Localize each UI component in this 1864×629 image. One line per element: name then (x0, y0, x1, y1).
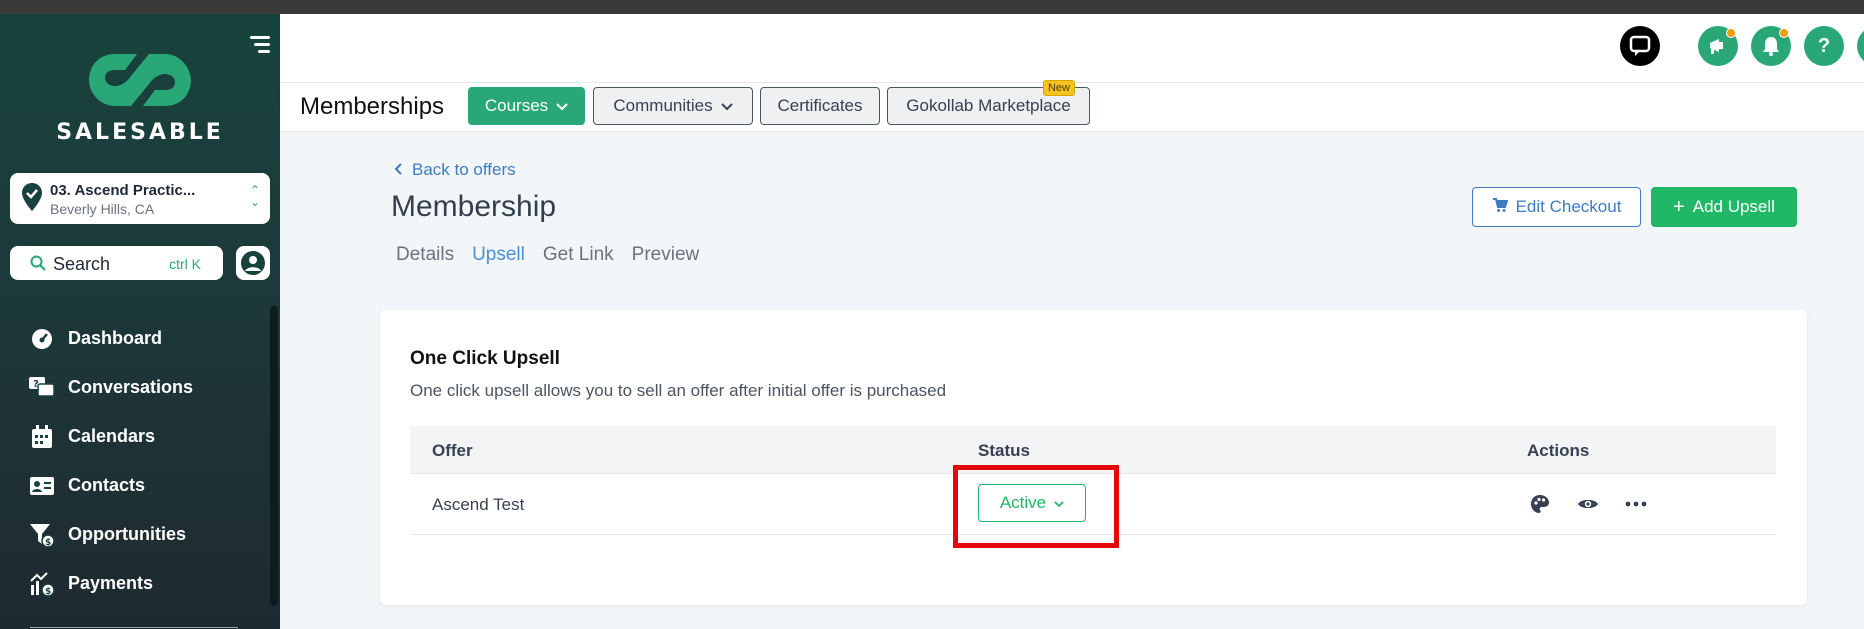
chat-bubble-icon (1629, 35, 1651, 56)
announcements-button[interactable] (1698, 26, 1738, 66)
new-badge: New (1042, 80, 1075, 96)
sidebar-item-label: Payments (68, 573, 154, 593)
tab-preview[interactable]: Preview (632, 244, 700, 266)
sidebar-item-opportunities[interactable]: $ Opportunities (28, 510, 268, 559)
user-profile-button[interactable] (236, 246, 270, 280)
calendar-icon (28, 423, 56, 451)
offer-subtabs: Details Upsell Get Link Preview (396, 244, 699, 266)
tab-courses[interactable]: Courses (468, 87, 585, 125)
sidebar-item-dashboard[interactable]: Dashboard (28, 314, 268, 363)
tab-details[interactable]: Details (396, 244, 454, 266)
megaphone-icon (1710, 39, 1723, 54)
chevron-down-icon (556, 96, 568, 116)
user-icon (241, 251, 265, 275)
page-section-title: Memberships (300, 93, 445, 120)
location-name: 03. Ascend Practic... (50, 182, 196, 199)
memberships-tabbar: Memberships Courses Communities Certific… (280, 80, 1864, 132)
column-header-status: Status (978, 441, 1030, 460)
payments-icon: $ (28, 570, 56, 598)
tab-label: Certificates (777, 96, 863, 115)
search-icon (30, 255, 46, 276)
browser-top-strip (0, 0, 1864, 14)
chevron-down-icon (720, 96, 733, 116)
back-link-label: Back to offers (412, 160, 516, 179)
chat-widget-button[interactable] (1620, 26, 1660, 66)
edit-checkout-label: Edit Checkout (1515, 197, 1622, 216)
sidebar-item-calendars[interactable]: Calendars (28, 412, 268, 461)
svg-text:$: $ (45, 538, 51, 548)
map-pin-icon (22, 183, 42, 216)
add-upsell-label: Add Upsell (1692, 197, 1775, 216)
sidebar-item-payments[interactable]: $ Payments (28, 559, 268, 608)
sidebar-item-conversations[interactable]: ? Conversations (28, 363, 268, 412)
tab-upsell[interactable]: Upsell (472, 244, 525, 266)
page-title: Membership (391, 190, 557, 223)
upsell-card: One Click Upsell One click upsell allows… (380, 310, 1807, 605)
sidebar-nav: Dashboard ? Conversations Calendars Cont… (28, 314, 268, 608)
sidebar: SALESABLE 03. Ascend Practic... Beverly … (0, 14, 280, 629)
notification-dot (1726, 28, 1736, 38)
dashboard-icon (28, 325, 56, 353)
sidebar-item-label: Dashboard (68, 328, 163, 348)
offer-name: Ascend Test (432, 495, 525, 514)
plus-icon: + (1673, 196, 1685, 218)
tab-label: Gokollab Marketplace (906, 96, 1071, 115)
help-icon: ? (1817, 34, 1831, 57)
tab-label: Communities (613, 96, 713, 115)
contacts-icon (28, 472, 56, 500)
highlight-annotation-box (953, 465, 1119, 548)
sidebar-item-label: Opportunities (68, 524, 186, 544)
bell-icon (1763, 37, 1779, 56)
search-shortcut: ctrl K (169, 256, 201, 272)
sidebar-scrollbar[interactable] (270, 306, 278, 606)
brand-logo: SALESABLE (50, 48, 230, 158)
sidebar-item-contacts[interactable]: Contacts (28, 461, 268, 510)
tab-certificates[interactable]: Certificates (760, 87, 880, 125)
location-address: Beverly Hills, CA (50, 201, 155, 217)
eye-icon[interactable] (1574, 492, 1602, 516)
tab-communities[interactable]: Communities (593, 87, 753, 125)
svg-text:$: $ (45, 587, 51, 597)
back-to-offers-link[interactable]: Back to offers (394, 160, 516, 180)
add-upsell-button[interactable]: + Add Upsell (1651, 187, 1797, 227)
sidebar-item-label: Contacts (68, 475, 146, 495)
notifications-button[interactable] (1751, 26, 1791, 66)
edit-checkout-button[interactable]: Edit Checkout (1472, 187, 1641, 227)
card-description: One click upsell allows you to sell an o… (410, 381, 947, 400)
collapse-menu-icon[interactable] (248, 34, 270, 56)
sidebar-item-label: Calendars (68, 426, 156, 446)
cart-icon (1492, 197, 1508, 218)
search-button[interactable]: Search ctrl K (10, 246, 223, 280)
column-header-offer: Offer (432, 441, 473, 460)
svg-text:?: ? (33, 379, 39, 390)
tab-label: Courses (484, 96, 549, 115)
row-actions (1526, 492, 1650, 516)
more-options-icon[interactable] (1622, 492, 1650, 516)
profile-avatar[interactable] (1857, 26, 1864, 66)
opportunities-icon: $ (28, 521, 56, 549)
search-label: Search (53, 254, 111, 274)
location-switcher[interactable]: 03. Ascend Practic... Beverly Hills, CA … (10, 173, 270, 224)
tab-gokollab-marketplace[interactable]: Gokollab Marketplace New (887, 80, 1090, 125)
sidebar-divider (30, 627, 238, 628)
top-header: ? (280, 14, 1864, 82)
tab-get-link[interactable]: Get Link (543, 244, 614, 266)
card-title: One Click Upsell (410, 348, 560, 369)
chevron-left-icon (394, 160, 402, 180)
conversations-icon: ? (28, 374, 56, 402)
sidebar-item-label: Conversations (68, 377, 194, 397)
notification-dot (1779, 28, 1789, 38)
help-button[interactable]: ? (1804, 26, 1844, 66)
infinity-logo-icon (89, 54, 191, 106)
brand-name: SALESABLE (56, 120, 224, 145)
column-header-actions: Actions (1527, 441, 1590, 460)
chevron-updown-icon: ⌃ ⌄ (249, 183, 260, 209)
palette-icon[interactable] (1526, 492, 1554, 516)
